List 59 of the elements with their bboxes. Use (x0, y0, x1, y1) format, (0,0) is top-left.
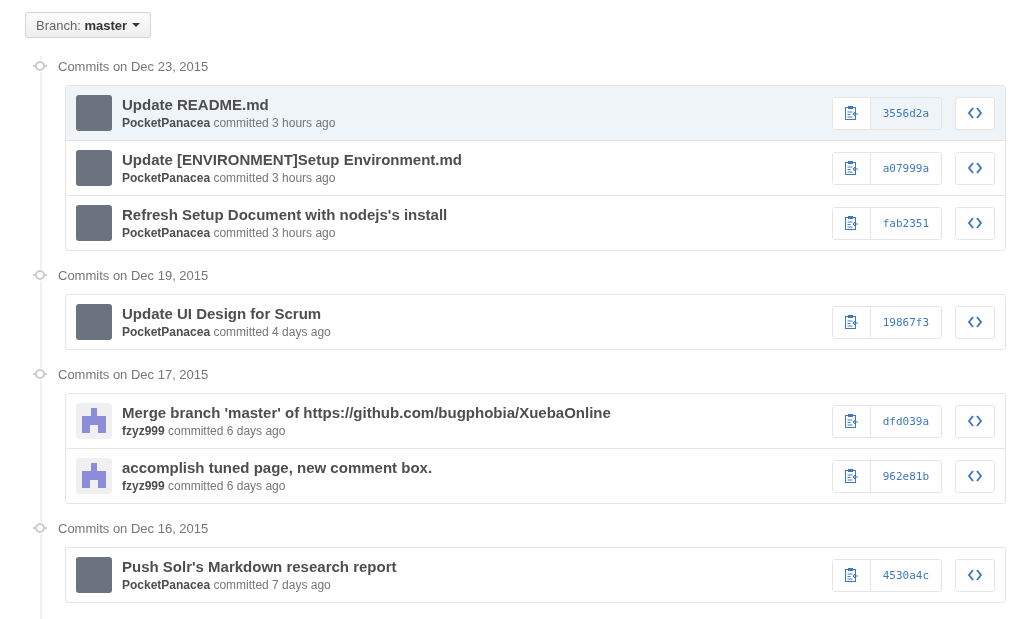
code-brackets-icon (968, 414, 982, 428)
code-brackets-icon (968, 315, 982, 329)
browse-code-button[interactable] (955, 96, 995, 130)
commit-meta: PocketPanacea committed 4 days ago (122, 325, 332, 339)
identicon-avatar (76, 403, 112, 439)
commit-message-link[interactable]: Update [ENVIRONMENT]Setup Environment.md (122, 151, 832, 168)
code-brackets-icon (968, 568, 982, 582)
commit-message-link[interactable]: Update UI Design for Scrum (122, 305, 832, 322)
browse-code-button[interactable] (955, 151, 995, 185)
avatar-photo-placeholder (76, 95, 112, 131)
commit-meta: PocketPanacea committed 3 hours ago (122, 226, 337, 240)
date-heading: Commits on Dec 19, 2015 (58, 267, 209, 283)
code-brackets-icon (968, 161, 982, 175)
commit-meta: PocketPanacea committed 3 hours ago (122, 116, 337, 130)
commit-message-link[interactable]: Refresh Setup Document with nodejs's install (122, 206, 832, 223)
commit-meta: fzyz999 committed 6 days ago (122, 479, 287, 493)
clipboard-icon (843, 160, 859, 176)
avatar-photo-placeholder (76, 205, 112, 241)
copy-sha-button[interactable] (832, 306, 871, 338)
browse-code-button[interactable] (955, 558, 995, 592)
date-heading: Commits on Dec 23, 2015 (58, 58, 209, 74)
clipboard-icon (843, 215, 859, 231)
copy-sha-button[interactable] (832, 559, 871, 591)
avatar-photo-placeholder (76, 304, 112, 340)
commit-meta: fzyz999 committed 6 days ago (122, 424, 287, 438)
copy-sha-button[interactable] (832, 405, 871, 437)
commit-message-link[interactable]: accomplish tuned page, new comment box. (122, 459, 832, 476)
browse-code-button[interactable] (955, 404, 995, 438)
clipboard-icon (843, 413, 859, 429)
commit-meta: PocketPanacea committed 7 days ago (122, 578, 332, 592)
browse-code-button[interactable] (955, 459, 995, 493)
copy-sha-button[interactable] (832, 97, 871, 129)
date-heading: Commits on Dec 16, 2015 (58, 520, 209, 536)
commit-message-link[interactable]: Push Solr's Markdown research report (122, 558, 832, 575)
branch-button[interactable]: Branch: master (25, 12, 152, 38)
clipboard-icon (843, 567, 859, 583)
copy-sha-button[interactable] (832, 152, 871, 184)
date-heading: Commits on Dec 17, 2015 (58, 366, 209, 382)
copy-sha-button[interactable] (832, 207, 871, 239)
code-brackets-icon (968, 216, 982, 230)
code-brackets-icon (968, 106, 982, 120)
commit-meta: PocketPanacea committed 3 hours ago (122, 171, 337, 185)
avatar-photo-placeholder (76, 150, 112, 186)
code-brackets-icon (968, 469, 982, 483)
copy-sha-button[interactable] (832, 460, 871, 492)
commit-message-link[interactable]: Update README.md (122, 96, 832, 113)
clipboard-icon (843, 105, 859, 121)
commit-node-icon (33, 368, 47, 380)
clipboard-icon (843, 314, 859, 330)
clipboard-icon (843, 468, 859, 484)
commit-message-link[interactable]: Merge branch 'master' of https://github.com/bugphobia/XuebaOnline (122, 404, 832, 421)
commit-node-icon (33, 522, 47, 534)
commit-node-icon (33, 269, 47, 281)
identicon-avatar (76, 458, 112, 494)
browse-code-button[interactable] (955, 206, 995, 240)
browse-code-button[interactable] (955, 305, 995, 339)
commit-node-icon (33, 60, 47, 72)
avatar-photo-placeholder (76, 557, 112, 593)
caret-icon (132, 23, 141, 27)
